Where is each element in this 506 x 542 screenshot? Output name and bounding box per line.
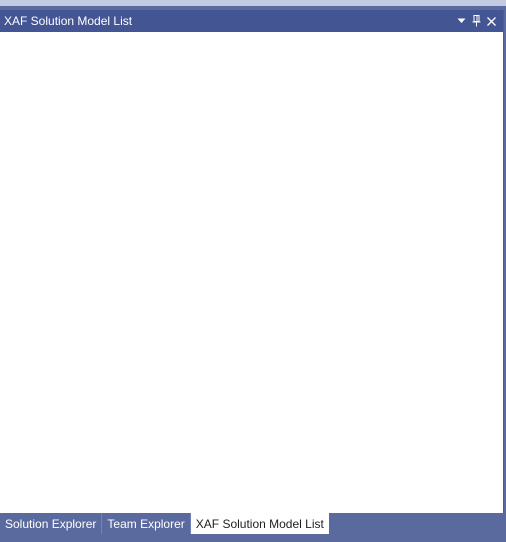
tool-window-tab-strip: Solution Explorer Team Explorer XAF Solu… [0,513,506,534]
window-frame-bottom [0,534,506,542]
close-button[interactable] [484,12,499,30]
tab-solution-explorer[interactable]: Solution Explorer [0,513,103,534]
model-list-content-area[interactable] [0,32,503,513]
auto-hide-pin-button[interactable] [469,12,484,30]
title-bar-buttons [454,10,503,32]
tab-label: Team Explorer [107,516,185,531]
tab-xaf-solution-model-list[interactable]: XAF Solution Model List [190,513,329,534]
tab-label: Solution Explorer [5,516,97,531]
tab-team-explorer[interactable]: Team Explorer [102,513,191,534]
close-icon [487,16,496,26]
xaf-solution-model-list-window: XAF Solution Model List [0,10,504,513]
tab-label: XAF Solution Model List [195,516,324,531]
pin-icon [472,15,481,27]
tool-window-title: XAF Solution Model List [4,14,133,28]
tool-window-title-bar[interactable]: XAF Solution Model List [0,10,503,32]
chevron-down-icon [457,18,466,23]
window-position-dropdown-button[interactable] [454,12,469,30]
